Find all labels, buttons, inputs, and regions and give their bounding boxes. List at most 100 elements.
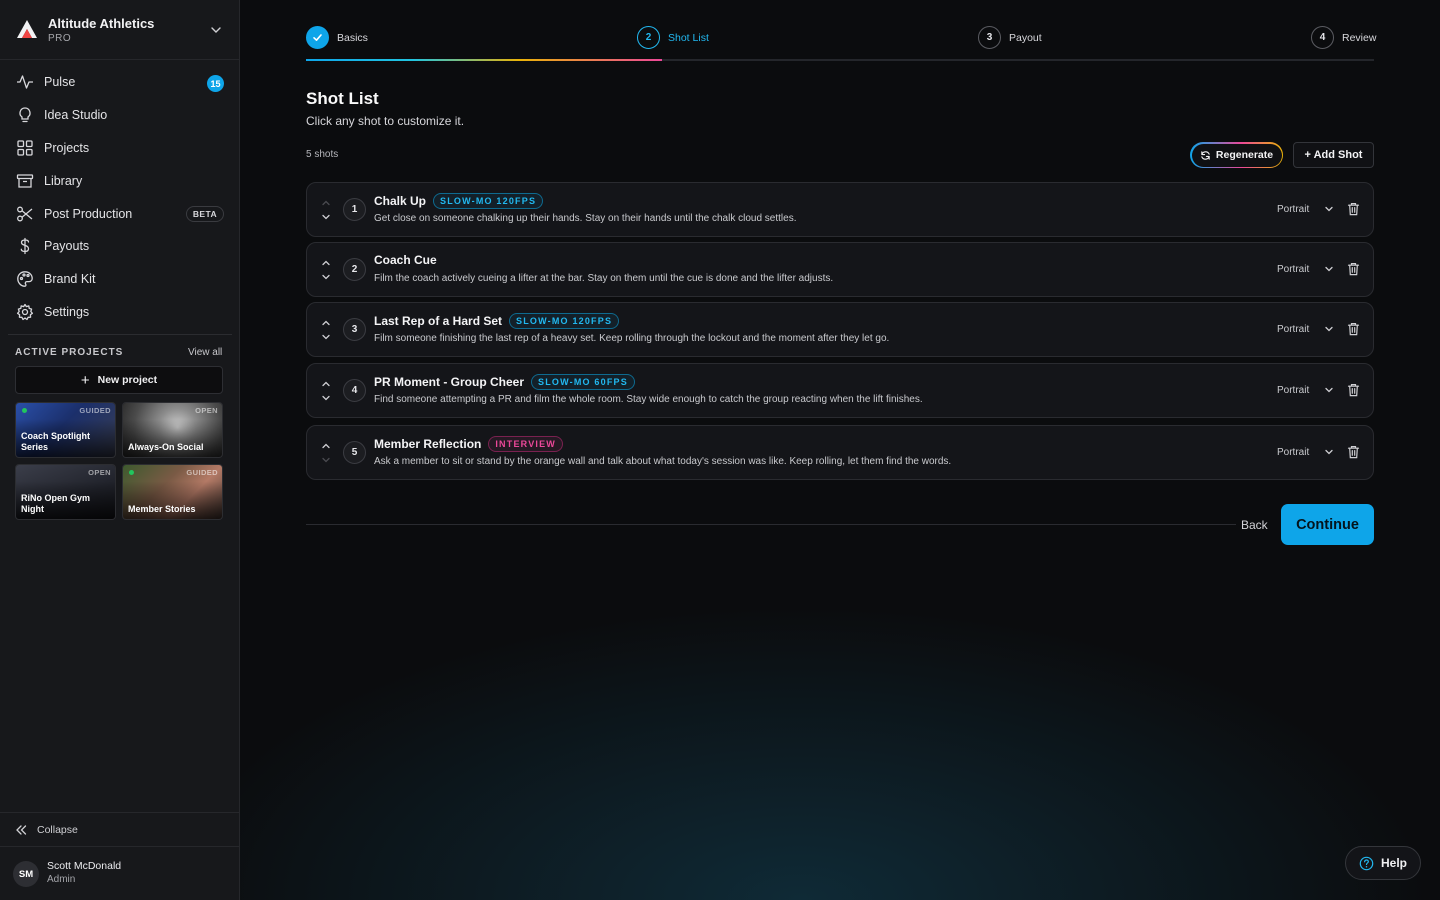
shot-title: Last Rep of a Hard Set	[374, 314, 503, 328]
sidebar-item-projects[interactable]: Projects	[8, 132, 232, 165]
shot-description: Film someone finishing the last rep of a…	[374, 333, 890, 344]
step-review[interactable]: 4 Review	[1311, 26, 1376, 49]
step-shot-list[interactable]: 2 Shot List	[637, 26, 709, 49]
project-status: GUIDED	[186, 468, 218, 477]
sidebar: Altitude Athletics PRO Pulse 15 Idea Stu…	[0, 0, 240, 900]
trash-icon[interactable]	[1347, 322, 1360, 336]
project-tile[interactable]: OPEN Always-On Social	[122, 402, 223, 458]
shot-card[interactable]: 1 Chalk Up SLOW-MO 120FPS Get close on s…	[306, 182, 1374, 237]
sidebar-item-library[interactable]: Library	[8, 164, 232, 197]
move-down-icon[interactable]	[321, 332, 331, 342]
user-profile[interactable]: SM Scott McDonald Admin	[0, 846, 239, 900]
collapse-label: Collapse	[37, 823, 78, 836]
chevron-down-icon[interactable]	[1324, 204, 1334, 214]
project-tile[interactable]: GUIDED Member Stories	[122, 464, 223, 520]
notification-badge: 15	[207, 75, 224, 92]
shot-header: Chalk Up SLOW-MO 120FPS	[374, 193, 544, 209]
beta-badge: BETA	[185, 206, 224, 223]
stepper-progress-bar	[306, 59, 662, 61]
shot-number: 5	[343, 441, 366, 464]
sidebar-item-idea-studio[interactable]: Idea Studio	[8, 99, 232, 132]
continue-button[interactable]: Continue	[1281, 504, 1374, 545]
orientation-select[interactable]: Portrait	[1277, 204, 1309, 215]
trash-icon[interactable]	[1347, 445, 1360, 459]
sidebar-item-post-production[interactable]: Post Production BETA	[8, 197, 232, 230]
user-role: Admin	[47, 874, 76, 885]
shot-card[interactable]: 3 Last Rep of a Hard Set SLOW-MO 120FPS …	[306, 302, 1374, 357]
project-name: Member Stories	[128, 504, 196, 514]
sidebar-item-settings[interactable]: Settings	[8, 296, 232, 329]
add-shot-button[interactable]: + Add Shot	[1293, 142, 1374, 168]
trash-icon[interactable]	[1347, 202, 1360, 216]
step-basics[interactable]: Basics	[306, 26, 368, 49]
move-down-icon[interactable]	[321, 455, 331, 465]
shot-description: Ask a member to sit or stand by the oran…	[374, 456, 952, 467]
project-status: OPEN	[88, 468, 111, 477]
sidebar-item-pulse[interactable]: Pulse 15	[8, 66, 232, 99]
sidebar-item-label: Settings	[44, 304, 90, 319]
chevron-down-icon[interactable]	[1324, 324, 1334, 334]
palette-icon	[17, 271, 33, 288]
move-up-icon[interactable]	[321, 379, 331, 389]
step-label: Basics	[337, 31, 368, 44]
shot-number: 1	[343, 198, 366, 221]
project-tile[interactable]: GUIDED Coach Spotlight Series	[15, 402, 116, 458]
back-button[interactable]: Back	[1241, 518, 1268, 532]
help-button[interactable]: Help	[1345, 846, 1421, 880]
move-down-icon[interactable]	[321, 212, 331, 222]
move-down-icon[interactable]	[321, 393, 331, 403]
sidebar-item-label: Brand Kit	[44, 272, 96, 287]
move-up-icon[interactable]	[321, 441, 331, 451]
main-content: Basics 2 Shot List 3 Payout 4 Review Sho…	[240, 0, 1440, 900]
active-projects-heading: ACTIVE PROJECTS	[15, 347, 124, 358]
step-number: 3	[978, 26, 1001, 49]
orientation-select[interactable]: Portrait	[1277, 385, 1309, 396]
org-switcher[interactable]: Altitude Athletics PRO	[0, 0, 239, 60]
sidebar-item-label: Projects	[44, 140, 90, 155]
trash-icon[interactable]	[1347, 262, 1360, 276]
org-name: Altitude Athletics	[48, 16, 155, 31]
user-name: Scott McDonald	[47, 860, 122, 872]
shot-card[interactable]: 5 Member Reflection INTERVIEW Ask a memb…	[306, 425, 1374, 480]
project-tile[interactable]: OPEN RiNo Open Gym Night	[15, 464, 116, 520]
shot-header: Last Rep of a Hard Set SLOW-MO 120FPS	[374, 313, 620, 329]
orientation-select[interactable]: Portrait	[1277, 264, 1309, 275]
move-up-icon[interactable]	[321, 198, 331, 208]
sidebar-item-label: Payouts	[44, 239, 90, 254]
sidebar-nav: Pulse 15 Idea Studio Projects Library Po…	[8, 66, 232, 328]
footer-divider	[306, 524, 1236, 525]
regenerate-button[interactable]: Regenerate	[1190, 142, 1283, 168]
step-payout[interactable]: 3 Payout	[978, 26, 1042, 49]
shot-tag: SLOW-MO 120FPS	[509, 313, 620, 329]
sidebar-item-label: Post Production	[44, 206, 133, 221]
move-up-icon[interactable]	[321, 318, 331, 328]
shot-tag: SLOW-MO 120FPS	[433, 193, 544, 209]
shot-card[interactable]: 4 PR Moment - Group Cheer SLOW-MO 60FPS …	[306, 363, 1374, 418]
sidebar-divider	[8, 334, 232, 335]
shot-title: Chalk Up	[374, 194, 427, 208]
move-up-icon[interactable]	[321, 258, 331, 268]
shot-card[interactable]: 2 Coach Cue Film the coach actively cuei…	[306, 242, 1374, 297]
wizard-stepper: Basics 2 Shot List 3 Payout 4 Review	[306, 26, 1376, 62]
view-all-link[interactable]: View all	[188, 347, 222, 358]
trash-icon[interactable]	[1347, 383, 1360, 397]
refresh-icon	[1201, 150, 1210, 160]
help-label: Help	[1380, 856, 1407, 870]
chevron-down-icon[interactable]	[1324, 264, 1334, 274]
orientation-select[interactable]: Portrait	[1277, 447, 1309, 458]
project-name: RiNo Open Gym Night	[21, 493, 91, 514]
project-status: GUIDED	[79, 406, 111, 415]
reorder-controls	[319, 376, 333, 406]
chevron-down-icon[interactable]	[1324, 385, 1334, 395]
move-down-icon[interactable]	[321, 272, 331, 282]
orientation-select[interactable]: Portrait	[1277, 324, 1309, 335]
chevron-down-icon[interactable]	[210, 24, 222, 36]
project-status: OPEN	[195, 406, 218, 415]
chevron-down-icon[interactable]	[1324, 447, 1334, 457]
shot-header: Coach Cue	[374, 253, 437, 267]
sidebar-item-payouts[interactable]: Payouts	[8, 230, 232, 263]
shot-tag: SLOW-MO 60FPS	[531, 374, 635, 390]
new-project-button[interactable]: + New project	[15, 366, 223, 394]
collapse-sidebar-button[interactable]: Collapse	[0, 812, 239, 846]
sidebar-item-brand-kit[interactable]: Brand Kit	[8, 263, 232, 296]
